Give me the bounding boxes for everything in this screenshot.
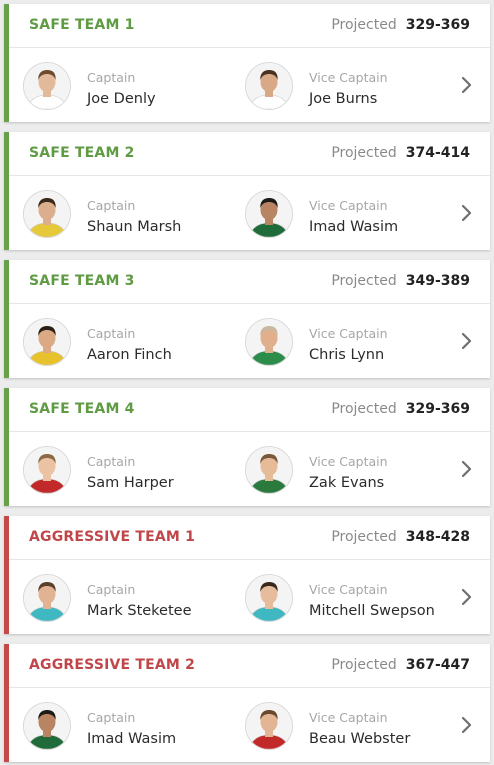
team-card-header: SAFE TEAM 3 Projected 349-389 <box>9 260 490 304</box>
player-name: Imad Wasim <box>309 219 399 235</box>
player-role: Captain <box>87 326 136 341</box>
team-card-body: Captain Imad Wasim Vice Captain Beau Web… <box>9 688 490 762</box>
player-photo <box>245 318 293 366</box>
player-role: Captain <box>87 582 136 597</box>
player-photo <box>245 574 293 622</box>
team-name: SAFE TEAM 1 <box>29 17 135 33</box>
team-name: AGGRESSIVE TEAM 1 <box>29 529 196 545</box>
projected-score: Projected 374-414 <box>331 145 470 161</box>
chevron-right-icon[interactable] <box>460 331 474 351</box>
projected-score: Projected 329-369 <box>331 401 470 417</box>
player-name: Mark Steketee <box>87 603 192 619</box>
projected-score: Projected 329-369 <box>331 17 470 33</box>
player-role: Captain <box>87 710 136 725</box>
player-photo <box>23 190 71 238</box>
player-name: Beau Webster <box>309 731 411 747</box>
player-name: Imad Wasim <box>87 731 177 747</box>
team-card-body: Captain Aaron Finch Vice Captain Chris L… <box>9 304 490 378</box>
projected-range: 329-369 <box>405 401 470 417</box>
team-card-header: SAFE TEAM 2 Projected 374-414 <box>9 132 490 176</box>
team-card-body: Captain Mark Steketee Vice Captain Mitch… <box>9 560 490 634</box>
player-photo <box>23 702 71 750</box>
team-card-header: AGGRESSIVE TEAM 2 Projected 367-447 <box>9 644 490 688</box>
player-role: Captain <box>87 198 136 213</box>
player-name: Mitchell Swepson <box>309 603 435 619</box>
projected-label: Projected <box>331 529 397 545</box>
player-role: Vice Captain <box>309 582 388 597</box>
player-photo <box>245 190 293 238</box>
player-name: Joe Burns <box>309 91 378 107</box>
team-card-body: Captain Joe Denly Vice Captain Joe Burns <box>9 48 490 122</box>
team-name: SAFE TEAM 2 <box>29 145 135 161</box>
team-card[interactable]: SAFE TEAM 3 Projected 349-389 Captain Aar… <box>4 260 490 378</box>
team-card[interactable]: AGGRESSIVE TEAM 1 Projected 348-428 Capta… <box>4 516 490 634</box>
player-name: Zak Evans <box>309 475 385 491</box>
team-card-header: AGGRESSIVE TEAM 1 Projected 348-428 <box>9 516 490 560</box>
player-role: Captain <box>87 70 136 85</box>
player-role: Vice Captain <box>309 198 388 213</box>
player-photo <box>245 702 293 750</box>
projected-range: 374-414 <box>405 145 470 161</box>
projected-range: 349-389 <box>405 273 470 289</box>
team-name: SAFE TEAM 3 <box>29 273 135 289</box>
projected-label: Projected <box>331 17 397 33</box>
projected-label: Projected <box>331 145 397 161</box>
player-name: Sam Harper <box>87 475 174 491</box>
projected-range: 348-428 <box>405 529 470 545</box>
team-card-body: Captain Shaun Marsh Vice Captain Imad Wa… <box>9 176 490 250</box>
player-name: Aaron Finch <box>87 347 172 363</box>
projected-score: Projected 367-447 <box>331 657 470 673</box>
team-card[interactable]: SAFE TEAM 1 Projected 329-369 Captain Joe… <box>4 4 490 122</box>
chevron-right-icon[interactable] <box>460 587 474 607</box>
chevron-right-icon[interactable] <box>460 715 474 735</box>
team-name: AGGRESSIVE TEAM 2 <box>29 657 196 673</box>
player-role: Vice Captain <box>309 710 388 725</box>
team-card-header: SAFE TEAM 4 Projected 329-369 <box>9 388 490 432</box>
chevron-right-icon[interactable] <box>460 459 474 479</box>
team-name: SAFE TEAM 4 <box>29 401 135 417</box>
player-photo <box>23 62 71 110</box>
projected-label: Projected <box>331 401 397 417</box>
player-role: Vice Captain <box>309 70 388 85</box>
team-card-header: SAFE TEAM 1 Projected 329-369 <box>9 4 490 48</box>
player-role: Vice Captain <box>309 326 388 341</box>
projected-label: Projected <box>331 273 397 289</box>
team-card[interactable]: SAFE TEAM 2 Projected 374-414 Captain Sha… <box>4 132 490 250</box>
projected-score: Projected 348-428 <box>331 529 470 545</box>
projected-score: Projected 349-389 <box>331 273 470 289</box>
player-photo <box>23 446 71 494</box>
projected-label: Projected <box>331 657 397 673</box>
player-name: Chris Lynn <box>309 347 385 363</box>
chevron-right-icon[interactable] <box>460 203 474 223</box>
player-photo <box>245 446 293 494</box>
team-card-body: Captain Sam Harper Vice Captain Zak Evan… <box>9 432 490 506</box>
player-role: Captain <box>87 454 136 469</box>
chevron-right-icon[interactable] <box>460 75 474 95</box>
player-photo <box>245 62 293 110</box>
projected-range: 367-447 <box>405 657 470 673</box>
team-card[interactable]: SAFE TEAM 4 Projected 329-369 Captain Sam… <box>4 388 490 506</box>
team-card[interactable]: AGGRESSIVE TEAM 2 Projected 367-447 Capta… <box>4 644 490 762</box>
player-photo <box>23 318 71 366</box>
projected-range: 329-369 <box>405 17 470 33</box>
player-role: Vice Captain <box>309 454 388 469</box>
player-name: Joe Denly <box>87 91 156 107</box>
player-photo <box>23 574 71 622</box>
player-name: Shaun Marsh <box>87 219 182 235</box>
